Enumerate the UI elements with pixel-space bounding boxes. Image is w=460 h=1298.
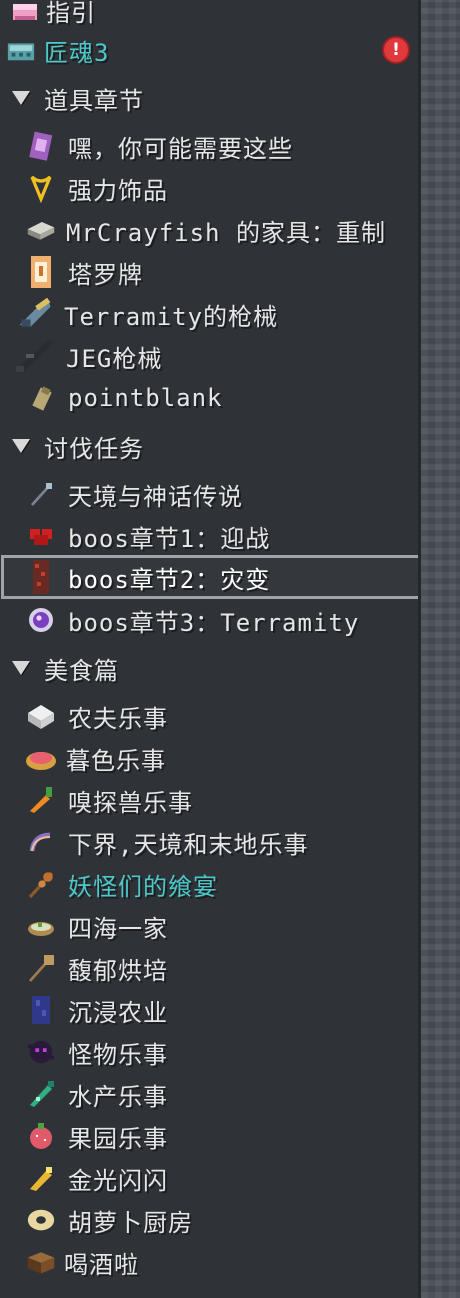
chapter-item[interactable]: boos章节3：Terramity — [0, 600, 444, 640]
chapter-label: boos章节1：迎战 — [68, 524, 271, 553]
netherrack-pillar-icon — [26, 560, 56, 594]
chapter-item-tinkers[interactable]: 匠魂3 — [0, 30, 424, 70]
chapter-label: 怪物乐事 — [68, 1040, 168, 1069]
carrot-icon — [26, 785, 56, 815]
shadow-creature-icon — [26, 1037, 56, 1067]
chapter-item[interactable]: 暮色乐事 — [0, 738, 442, 778]
donut-icon — [26, 1205, 56, 1235]
tarot-card-icon — [26, 256, 56, 288]
purple-orb-icon — [26, 605, 56, 635]
chapter-item[interactable]: Terramity的枪械 — [0, 294, 434, 334]
chapter-item[interactable]: 金光闪闪 — [0, 1158, 444, 1198]
chapter-item-selected[interactable]: boos章节2：灾变 — [1, 555, 437, 599]
white-block-icon — [26, 701, 56, 731]
red-heart-icon — [26, 521, 56, 551]
chapter-label: boos章节2：灾变 — [68, 565, 271, 594]
chapter-label: 塔罗牌 — [68, 260, 143, 289]
green-fish-icon — [26, 1079, 56, 1109]
chapter-item[interactable]: 嘿，你可能需要这些 — [0, 126, 444, 166]
chapter-label: pointblank — [68, 384, 223, 412]
chapter-item[interactable]: 强力饰品 — [0, 168, 444, 208]
skewer-icon — [26, 869, 56, 899]
chapter-label: 馥郁烘培 — [68, 956, 168, 985]
chapter-item[interactable]: 妖怪们的飨宴 — [0, 864, 444, 904]
chapter-label: 沉浸农业 — [68, 998, 168, 1027]
blue-crop-icon — [26, 995, 56, 1025]
chapter-item[interactable]: 沉浸农业 — [0, 990, 444, 1030]
barrel-icon — [26, 1247, 56, 1277]
chapter-item[interactable]: 嗅探兽乐事 — [0, 780, 444, 820]
bowl-icon — [26, 911, 56, 941]
chapter-item[interactable]: 下界,天境和末地乐事 — [0, 822, 444, 862]
category-header-quests[interactable]: 讨伐任务 — [0, 426, 428, 466]
chapter-item[interactable]: 塔罗牌 — [0, 252, 444, 292]
pink-book-icon — [10, 0, 40, 25]
chapter-label: 下界,天境和末地乐事 — [68, 830, 309, 859]
chapter-label: boos章节3：Terramity — [68, 608, 360, 637]
chapter-item[interactable]: 果园乐事 — [0, 1116, 444, 1156]
category-header-items[interactable]: 道具章节 — [0, 78, 428, 118]
chapter-item[interactable]: 胡萝卜厨房 — [0, 1200, 444, 1240]
chapter-label: 水产乐事 — [68, 1082, 168, 1111]
category-label: 讨伐任务 — [44, 434, 144, 463]
chapter-label: 暮色乐事 — [66, 746, 166, 775]
chapter-item[interactable]: 喝酒啦 — [0, 1242, 444, 1282]
category-header-food[interactable]: 美食篇 — [0, 648, 428, 688]
quest-chapter-list: 指引 匠魂3 ! 道具章节 嘿，你可能需要这些 强力饰品 MrCrayfish … — [0, 0, 437, 1298]
chapter-label: 匠魂3 — [44, 38, 110, 67]
blaster-gun-icon — [16, 297, 56, 329]
baking-peel-icon — [26, 953, 56, 983]
chapter-label: 农夫乐事 — [68, 704, 168, 733]
chapter-label: 果园乐事 — [68, 1124, 168, 1153]
chapter-item[interactable]: 四海一家 — [0, 906, 444, 946]
chapter-label: Terramity的枪械 — [64, 302, 279, 331]
side-panel-background — [418, 0, 460, 1298]
chapter-label: 嘿，你可能需要这些 — [68, 134, 293, 163]
chapter-item[interactable]: boos章节1：迎战 — [0, 516, 444, 556]
chapter-item[interactable]: 怪物乐事 — [0, 1032, 444, 1072]
category-label: 美食篇 — [44, 656, 119, 685]
furniture-icon — [26, 215, 56, 245]
chapter-label: 妖怪们的飨宴 — [68, 872, 218, 901]
chapter-item[interactable]: MrCrayfish 的家具：重制 — [0, 210, 444, 250]
tinkers-book-icon — [6, 35, 36, 65]
chapter-label: 嗅探兽乐事 — [68, 788, 193, 817]
chapter-item[interactable]: 农夫乐事 — [0, 696, 444, 736]
ammo-icon — [26, 383, 56, 413]
chapter-label: 胡萝卜厨房 — [68, 1208, 193, 1237]
chapter-label: 金光闪闪 — [68, 1166, 168, 1195]
expand-triangle-icon[interactable] — [12, 439, 30, 453]
purple-scroll-icon — [26, 131, 56, 161]
warning-badge[interactable]: ! — [384, 38, 408, 62]
chapter-label: JEG枪械 — [66, 344, 163, 373]
expand-triangle-icon[interactable] — [12, 91, 30, 105]
chapter-item[interactable]: 水产乐事 — [0, 1074, 444, 1114]
chapter-label: MrCrayfish 的家具：重制 — [66, 218, 386, 247]
berry-icon — [26, 1121, 56, 1151]
gold-amulet-icon — [26, 173, 56, 203]
chapter-item[interactable]: 天境与神话传说 — [0, 474, 444, 514]
golden-item-icon — [26, 1163, 56, 1193]
chapter-label: 喝酒啦 — [64, 1250, 139, 1279]
chapter-label: 天境与神话传说 — [68, 482, 243, 511]
chapter-label: 指引 — [46, 0, 96, 27]
chapter-item[interactable]: 馥郁烘培 — [0, 948, 444, 988]
chapter-item[interactable]: pointblank — [0, 378, 444, 418]
chapter-label: 强力饰品 — [68, 176, 168, 205]
chapter-label: 四海一家 — [68, 914, 168, 943]
category-label: 道具章节 — [44, 86, 144, 115]
chapter-item-guide[interactable]: 指引 — [0, 0, 428, 30]
rifle-icon — [12, 340, 56, 374]
shrimp-icon — [26, 827, 56, 857]
staff-icon — [26, 479, 56, 509]
pie-icon — [24, 743, 58, 773]
expand-triangle-icon[interactable] — [12, 661, 30, 675]
chapter-item[interactable]: JEG枪械 — [0, 336, 430, 376]
